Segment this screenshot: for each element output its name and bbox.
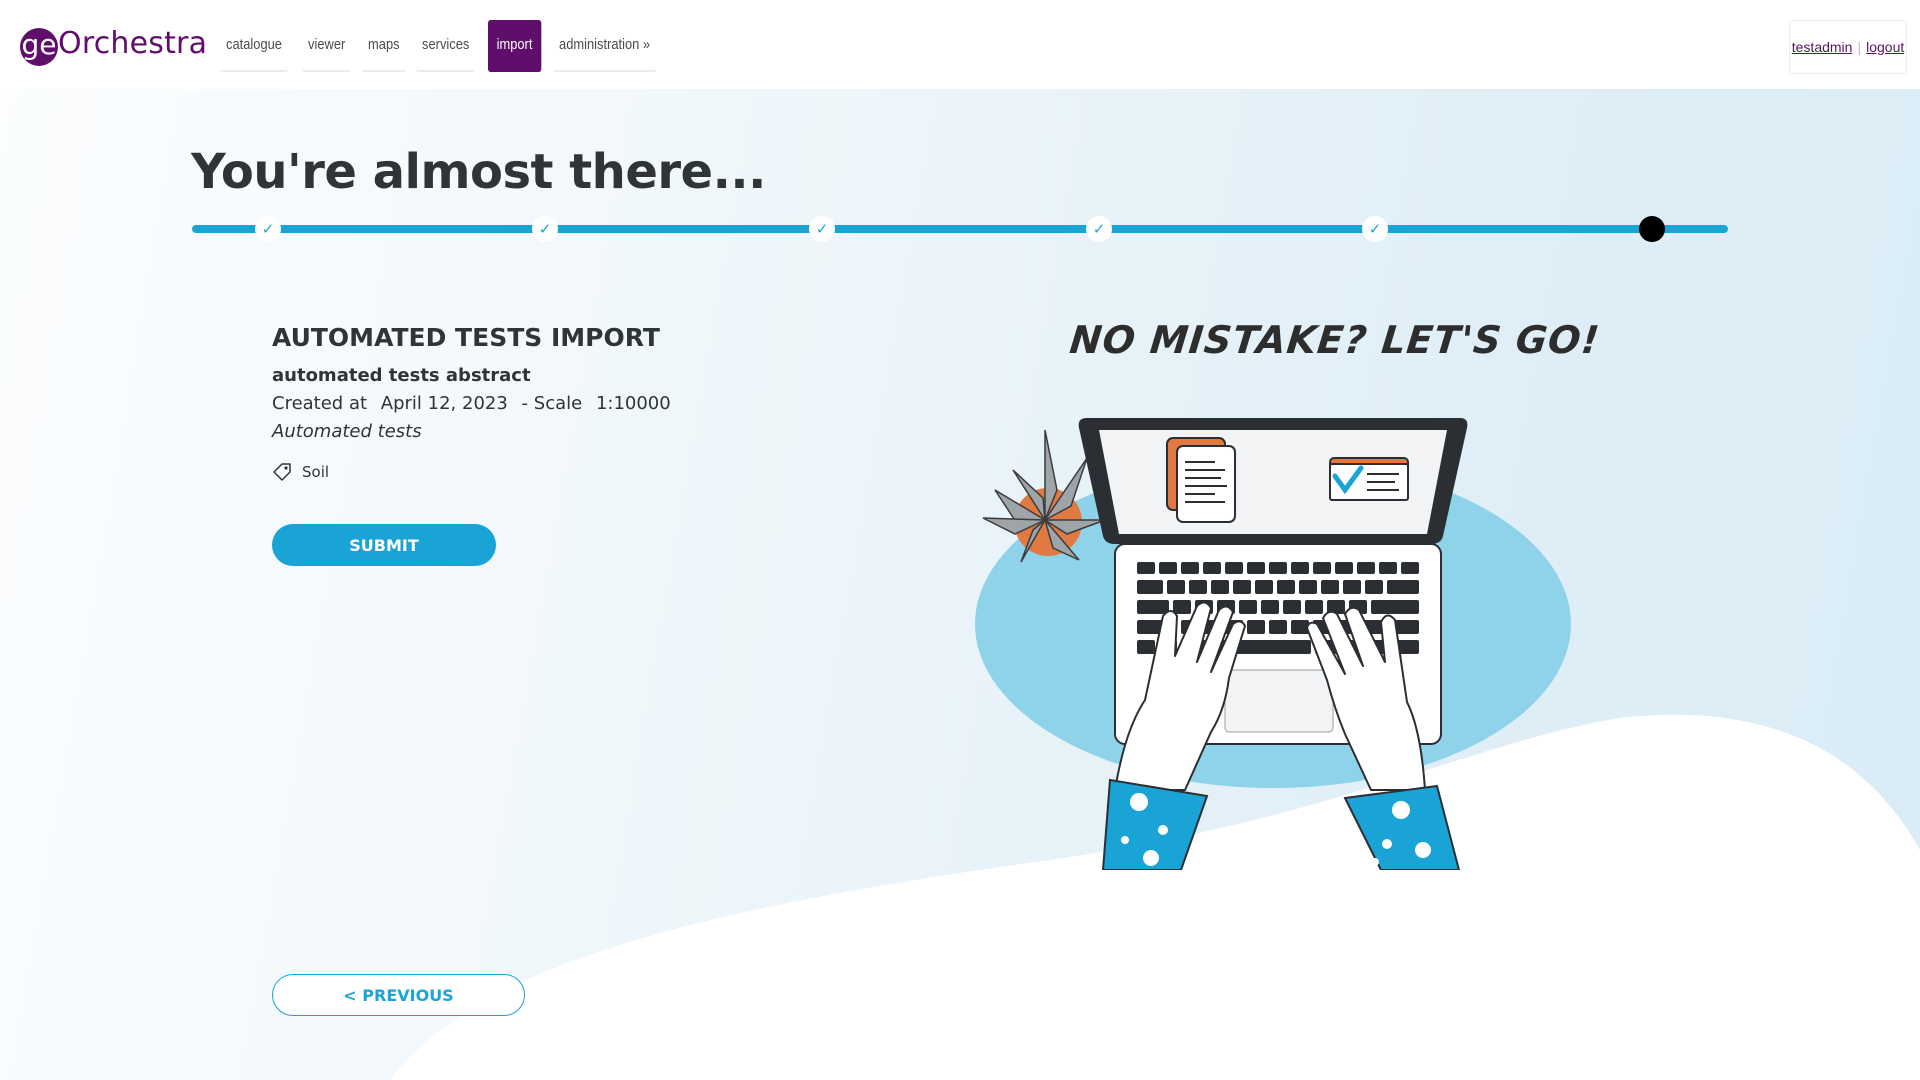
sleeves [1101, 778, 1461, 870]
nav-services[interactable]: services [416, 20, 476, 72]
scale-label: - Scale [521, 393, 583, 414]
step-4-check-icon: ✓ [1086, 216, 1112, 242]
created-date: April 12, 2023 [380, 393, 508, 414]
step-2-check-icon: ✓ [532, 216, 558, 242]
dataset-abstract: automated tests abstract [272, 365, 531, 386]
nav-maps[interactable]: maps [362, 20, 407, 72]
nav-administration[interactable]: administration » [552, 20, 656, 72]
step-6-current-dot [1639, 216, 1665, 242]
keyword-row: Soil [272, 462, 329, 482]
keyword-label: Soil [302, 463, 330, 481]
logo-text: Orchestra [58, 26, 208, 61]
step-5-check-icon: ✓ [1362, 216, 1388, 242]
step-1-check-icon: ✓ [255, 216, 281, 242]
nav-catalogue[interactable]: catalogue [220, 20, 288, 72]
laptop-illustration [975, 418, 1571, 870]
dataset-meta: Created at April 12, 2023 - Scale 1:1000… [272, 393, 679, 414]
nav-viewer[interactable]: viewer [302, 20, 352, 72]
user-box: testadmin | logout [1789, 20, 1907, 74]
step-3-check-icon: ✓ [809, 216, 835, 242]
submit-button[interactable]: SUBMIT [272, 524, 496, 566]
dataset-title: AUTOMATED TESTS IMPORT [272, 323, 660, 352]
created-label: Created at [272, 393, 368, 414]
nav-import[interactable]: import [488, 20, 542, 72]
progress-bar: ✓ ✓ ✓ ✓ ✓ [192, 216, 1728, 242]
dataset-lineage: Automated tests [272, 421, 422, 442]
tag-icon [273, 463, 291, 481]
logo-mark: ge [20, 28, 58, 66]
page-title: You're almost there... [191, 144, 766, 200]
top-header: ge Orchestra catalogue viewer maps servi… [0, 0, 1920, 89]
illustration-tagline: NO MISTAKE? LET'S GO! [1067, 318, 1603, 362]
username-link[interactable]: testadmin [1792, 39, 1853, 55]
user-separator: | [1857, 39, 1862, 55]
logout-link[interactable]: logout [1866, 39, 1904, 55]
scale-value: 1:10000 [595, 393, 671, 414]
previous-button[interactable]: < PREVIOUS [272, 974, 525, 1016]
main-nav: catalogue viewer maps services import ad… [220, 20, 665, 72]
